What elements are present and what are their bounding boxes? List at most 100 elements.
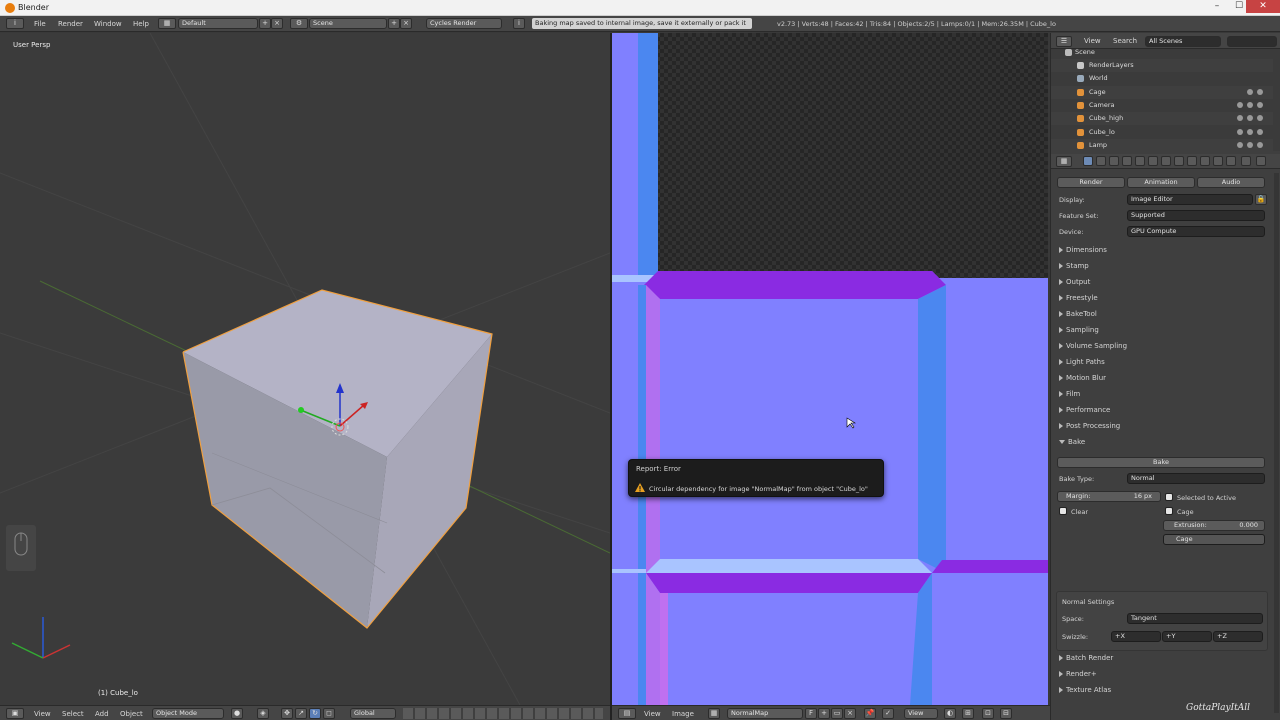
outliner-item-cube-lo[interactable]: Cube_lo bbox=[1051, 126, 1273, 139]
add-scene-button[interactable]: + bbox=[388, 18, 400, 29]
panel-output[interactable]: Output bbox=[1059, 278, 1090, 286]
panel-light-paths[interactable]: Light Paths bbox=[1059, 358, 1105, 366]
image-pin-icon[interactable]: ⊡ bbox=[982, 708, 994, 719]
render-engine-dropdown[interactable]: Cycles Render bbox=[426, 18, 502, 29]
menu-select[interactable]: Select bbox=[62, 710, 84, 718]
display-channels-icon[interactable]: ◐ bbox=[944, 708, 956, 719]
outliner-item-scene[interactable]: Scene bbox=[1051, 46, 1273, 59]
properties-scrollbar[interactable] bbox=[1274, 173, 1279, 713]
3d-viewport[interactable]: User Persp (1) Cube_lo bbox=[0, 33, 610, 705]
minimize-button[interactable]: – bbox=[1206, 0, 1228, 13]
outliner-menu-search[interactable]: Search bbox=[1113, 37, 1137, 45]
tab-render-layers[interactable] bbox=[1096, 156, 1106, 166]
tab-render[interactable] bbox=[1083, 156, 1093, 166]
eye-icon[interactable] bbox=[1247, 89, 1253, 95]
space-dropdown[interactable]: Tangent bbox=[1127, 613, 1263, 624]
viewport-shading-icon[interactable]: ● bbox=[231, 708, 243, 719]
menu-image[interactable]: Image bbox=[672, 710, 694, 718]
outliner-item-cage[interactable]: Cage bbox=[1051, 86, 1273, 99]
scene-icon[interactable]: ⚙ bbox=[290, 18, 308, 29]
panel-volume-sampling[interactable]: Volume Sampling bbox=[1059, 342, 1127, 350]
transform-orientation-dropdown[interactable]: Global bbox=[350, 708, 396, 719]
panel-baketool[interactable]: BakeTool bbox=[1059, 310, 1097, 318]
clear-checkbox[interactable] bbox=[1059, 507, 1067, 515]
editor-type-image-icon[interactable]: ▤ bbox=[618, 708, 636, 719]
pivot-point-icon[interactable]: ◈ bbox=[257, 708, 269, 719]
render-icon[interactable] bbox=[1257, 102, 1263, 108]
image-unlink-icon[interactable]: × bbox=[844, 708, 856, 719]
mode-dropdown[interactable]: Object Mode bbox=[152, 708, 224, 719]
bake-button[interactable]: Bake bbox=[1057, 457, 1265, 468]
cage-object-field[interactable]: Cage bbox=[1163, 534, 1265, 545]
menu-window[interactable]: Window bbox=[94, 20, 122, 28]
tab-modifiers[interactable] bbox=[1161, 156, 1171, 166]
remove-scene-button[interactable]: × bbox=[400, 18, 412, 29]
add-layout-button[interactable]: + bbox=[259, 18, 271, 29]
menu-render[interactable]: Render bbox=[58, 20, 83, 28]
image-editor[interactable] bbox=[612, 33, 1048, 705]
tab-physics[interactable] bbox=[1226, 156, 1236, 166]
tab-extra-2[interactable] bbox=[1256, 156, 1266, 166]
menu-object[interactable]: Object bbox=[120, 710, 143, 718]
panel-dimensions[interactable]: Dimensions bbox=[1059, 246, 1107, 254]
render-icon[interactable] bbox=[1257, 142, 1263, 148]
manipulator-toggle-icon[interactable]: ✥ bbox=[281, 708, 293, 719]
editor-type-properties-icon[interactable]: ▦ bbox=[1056, 156, 1072, 167]
image-new-icon[interactable]: + bbox=[818, 708, 830, 719]
eye-icon[interactable] bbox=[1237, 142, 1243, 148]
cage-checkbox[interactable] bbox=[1165, 507, 1173, 515]
feature-set-dropdown[interactable]: Supported bbox=[1127, 210, 1265, 221]
cursor-icon[interactable] bbox=[1257, 89, 1263, 95]
tab-data[interactable] bbox=[1174, 156, 1184, 166]
uv-sync-icon[interactable]: ⊞ bbox=[962, 708, 974, 719]
layer-buttons[interactable] bbox=[403, 708, 603, 719]
panel-motion-blur[interactable]: Motion Blur bbox=[1059, 374, 1106, 382]
translate-icon[interactable]: ↗ bbox=[295, 708, 307, 719]
panel-render-plus[interactable]: Render+ bbox=[1059, 670, 1097, 678]
panel-bake[interactable]: Bake bbox=[1059, 438, 1085, 446]
render-icon[interactable] bbox=[1257, 115, 1263, 121]
editor-type-3d-icon[interactable]: ▣ bbox=[6, 708, 24, 719]
screen-layout-field[interactable]: Default bbox=[178, 18, 258, 29]
display-dropdown[interactable]: Image Editor bbox=[1127, 194, 1253, 205]
image-open-icon[interactable]: ▭ bbox=[831, 708, 843, 719]
scene-field[interactable]: Scene bbox=[309, 18, 387, 29]
menu-file[interactable]: File bbox=[34, 20, 46, 28]
margin-field[interactable]: Margin: 16 px bbox=[1057, 491, 1161, 502]
view-mode-dropdown[interactable]: View bbox=[904, 708, 938, 719]
animation-button[interactable]: Animation bbox=[1127, 177, 1195, 188]
panel-texture-atlas[interactable]: Texture Atlas bbox=[1059, 686, 1111, 694]
menu-add[interactable]: Add bbox=[95, 710, 109, 718]
bake-type-dropdown[interactable]: Normal bbox=[1127, 473, 1265, 484]
eye-icon[interactable] bbox=[1237, 129, 1243, 135]
menu-help[interactable]: Help bbox=[133, 20, 149, 28]
outliner-item-lamp[interactable]: Lamp bbox=[1051, 139, 1273, 152]
tab-scene[interactable] bbox=[1109, 156, 1119, 166]
cursor-icon[interactable] bbox=[1247, 115, 1253, 121]
panel-film[interactable]: Film bbox=[1059, 390, 1080, 398]
outliner-item-cube-high[interactable]: Cube_high bbox=[1051, 112, 1273, 125]
panel-stamp[interactable]: Stamp bbox=[1059, 262, 1089, 270]
render-icon[interactable] bbox=[1257, 129, 1263, 135]
cursor-icon[interactable] bbox=[1247, 129, 1253, 135]
cursor-icon[interactable] bbox=[1247, 142, 1253, 148]
tab-extra-1[interactable] bbox=[1241, 156, 1251, 166]
cube-mesh[interactable] bbox=[182, 289, 493, 629]
tab-particles[interactable] bbox=[1213, 156, 1223, 166]
outliner-item-renderlayers[interactable]: RenderLayers bbox=[1051, 59, 1273, 72]
render-button[interactable]: Render bbox=[1057, 177, 1125, 188]
image-check-icon[interactable]: ✓ bbox=[882, 708, 894, 719]
panel-post-processing[interactable]: Post Processing bbox=[1059, 422, 1120, 430]
image-name-field[interactable]: NormalMap bbox=[727, 708, 803, 719]
panel-batch-render[interactable]: Batch Render bbox=[1059, 654, 1113, 662]
image-render-icon[interactable]: ⊟ bbox=[1000, 708, 1012, 719]
image-fake-user-icon[interactable]: F bbox=[805, 708, 817, 719]
eye-icon[interactable] bbox=[1237, 102, 1243, 108]
tab-object[interactable] bbox=[1135, 156, 1145, 166]
scale-icon[interactable]: ◻ bbox=[323, 708, 335, 719]
swizzle-x-dropdown[interactable]: +X bbox=[1111, 631, 1161, 642]
panel-sampling[interactable]: Sampling bbox=[1059, 326, 1099, 334]
outliner-item-world[interactable]: World bbox=[1051, 72, 1273, 85]
tab-material[interactable] bbox=[1187, 156, 1197, 166]
screen-layout-icon[interactable]: ▦ bbox=[158, 18, 176, 29]
